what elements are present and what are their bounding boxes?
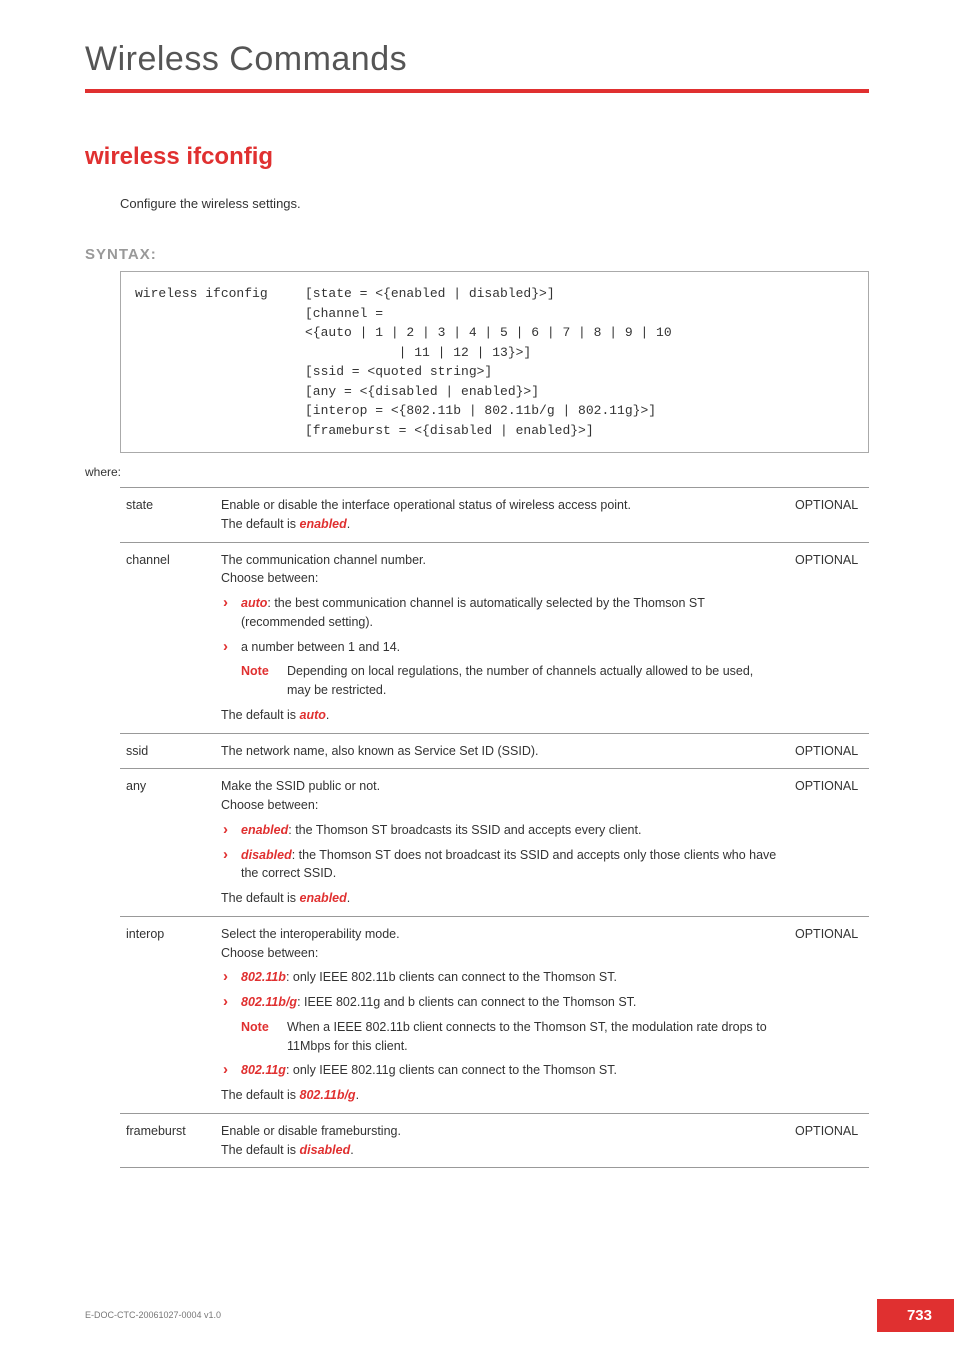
note-text: When a IEEE 802.11b client connects to t… <box>287 1018 774 1056</box>
param-optional: OPTIONAL <box>789 769 869 917</box>
table-row: frameburst Enable or disable framebursti… <box>120 1113 869 1168</box>
page-number: 733 <box>877 1299 954 1332</box>
list-item: a number between 1 and 14. <box>221 638 783 657</box>
emphasis: 802.11b <box>241 970 286 984</box>
text: The default is <box>221 891 300 905</box>
divider <box>85 89 869 93</box>
param-optional: OPTIONAL <box>789 1113 869 1168</box>
table-row: ssid The network name, also known as Ser… <box>120 733 869 769</box>
emphasis: 802.11g <box>241 1063 286 1077</box>
table-row: interop Select the interoperability mode… <box>120 916 869 1113</box>
text: : the Thomson ST broadcasts its SSID and… <box>288 823 641 837</box>
param-optional: OPTIONAL <box>789 488 869 543</box>
text: : the Thomson ST does not broadcast its … <box>241 848 776 881</box>
table-row: any Make the SSID public or not. Choose … <box>120 769 869 917</box>
default-value: 802.11b/g <box>300 1088 356 1102</box>
text: Enable or disable framebursting. <box>221 1124 401 1138</box>
text: Enable or disable the interface operatio… <box>221 498 631 512</box>
text: Select the interoperability mode. <box>221 927 400 941</box>
param-desc: Enable or disable the interface operatio… <box>215 488 789 543</box>
default-value: disabled <box>300 1143 351 1157</box>
table-row: state Enable or disable the interface op… <box>120 488 869 543</box>
param-optional: OPTIONAL <box>789 916 869 1113</box>
note: Note Depending on local regulations, the … <box>221 662 783 700</box>
footer-docid: E-DOC-CTC-20061027-0004 v1.0 <box>85 1310 954 1320</box>
text: The communication channel number. <box>221 553 426 567</box>
text: . <box>350 1143 353 1157</box>
syntax-label: SYNTAX: <box>85 246 869 263</box>
note-label: Note <box>241 1020 269 1034</box>
param-desc: The communication channel number. Choose… <box>215 542 789 733</box>
text: : only IEEE 802.11b clients can connect … <box>286 970 617 984</box>
note-label: Note <box>241 664 269 678</box>
list-item: 802.11g: only IEEE 802.11g clients can c… <box>221 1061 783 1080</box>
syntax-command: wireless ifconfig <box>135 284 305 304</box>
table-row: channel The communication channel number… <box>120 542 869 733</box>
emphasis: auto <box>241 596 267 610</box>
chapter-title: Wireless Commands <box>85 40 869 79</box>
text: Choose between: <box>221 798 318 812</box>
text: : only IEEE 802.11g clients can connect … <box>286 1063 617 1077</box>
text: The default is <box>221 1143 300 1157</box>
param-optional: OPTIONAL <box>789 542 869 733</box>
default-value: auto <box>300 708 326 722</box>
text: The default is <box>221 517 300 531</box>
text: . <box>356 1088 359 1102</box>
default-value: enabled <box>300 891 347 905</box>
param-desc: Select the interoperability mode. Choose… <box>215 916 789 1113</box>
syntax-box: wireless ifconfig[state = <{enabled | di… <box>120 271 869 453</box>
emphasis: enabled <box>241 823 288 837</box>
text: . <box>347 517 350 531</box>
list-item: 802.11b: only IEEE 802.11b clients can c… <box>221 968 783 987</box>
command-description: Configure the wireless settings. <box>120 196 869 211</box>
param-name: state <box>120 488 215 543</box>
syntax-arguments: [state = <{enabled | disabled}>] [channe… <box>305 284 672 440</box>
where-label: where: <box>85 465 869 479</box>
emphasis: disabled <box>241 848 292 862</box>
param-desc: The network name, also known as Service … <box>215 733 789 769</box>
text: Choose between: <box>221 946 318 960</box>
text: The default is <box>221 708 300 722</box>
text: a number between 1 and 14. <box>241 640 400 654</box>
command-title: wireless ifconfig <box>85 143 869 171</box>
text: Choose between: <box>221 571 318 585</box>
param-name: any <box>120 769 215 917</box>
text: . <box>326 708 329 722</box>
param-name: ssid <box>120 733 215 769</box>
list-item: disabled: the Thomson ST does not broadc… <box>221 846 783 884</box>
list-item: 802.11b/g: IEEE 802.11g and b clients ca… <box>221 993 783 1012</box>
text: : the best communication channel is auto… <box>241 596 705 629</box>
param-desc: Enable or disable framebursting. The def… <box>215 1113 789 1168</box>
param-desc: Make the SSID public or not. Choose betw… <box>215 769 789 917</box>
list-item: auto: the best communication channel is … <box>221 594 783 632</box>
params-table: state Enable or disable the interface op… <box>120 487 869 1168</box>
param-name: frameburst <box>120 1113 215 1168</box>
text: : IEEE 802.11g and b clients can connect… <box>297 995 636 1009</box>
list-item: enabled: the Thomson ST broadcasts its S… <box>221 821 783 840</box>
default-value: enabled <box>300 517 347 531</box>
text: Make the SSID public or not. <box>221 779 380 793</box>
note-text: Depending on local regulations, the numb… <box>287 662 774 700</box>
note: Note When a IEEE 802.11b client connects … <box>221 1018 783 1056</box>
param-optional: OPTIONAL <box>789 733 869 769</box>
text: The default is <box>221 1088 300 1102</box>
emphasis: 802.11b/g <box>241 995 297 1009</box>
param-name: interop <box>120 916 215 1113</box>
text: . <box>347 891 350 905</box>
param-name: channel <box>120 542 215 733</box>
